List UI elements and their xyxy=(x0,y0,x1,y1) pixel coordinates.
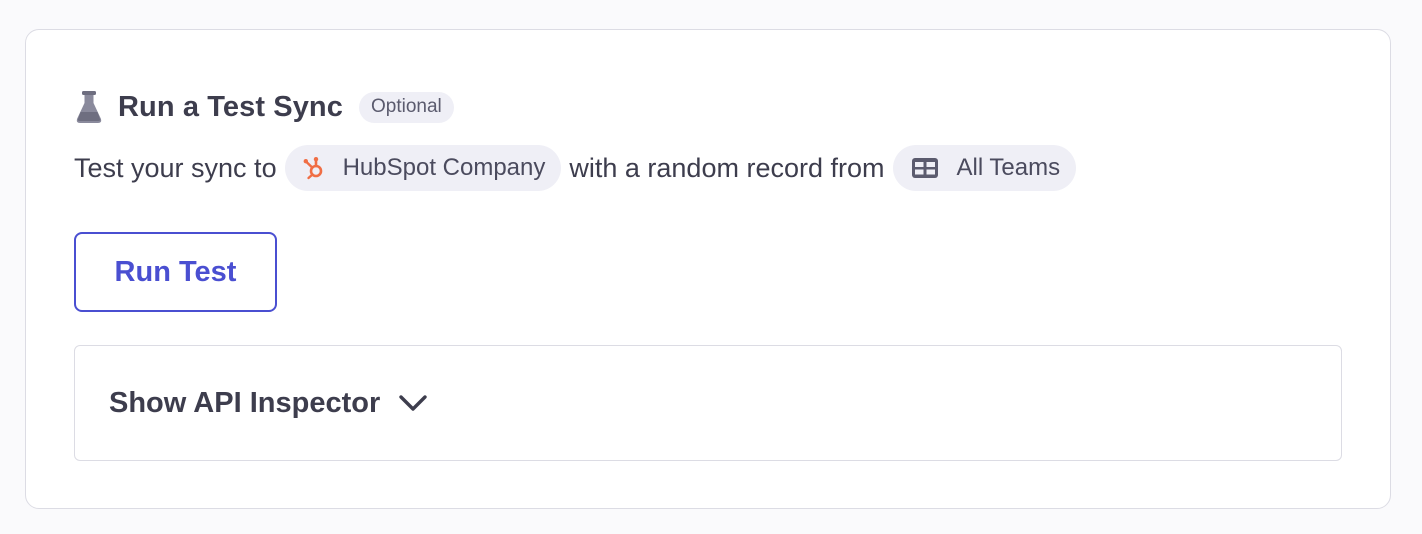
description-prefix: Test your sync to xyxy=(74,152,277,183)
source-label: All Teams xyxy=(956,154,1061,181)
table-icon xyxy=(911,157,939,179)
chevron-down-icon xyxy=(398,393,428,413)
run-test-button[interactable]: Run Test xyxy=(74,232,277,312)
source-chip: All Teams xyxy=(892,145,1077,191)
optional-badge: Optional xyxy=(358,91,454,123)
api-inspector-label: Show API Inspector xyxy=(109,386,381,419)
destination-label: HubSpot Company xyxy=(342,154,546,181)
hubspot-icon xyxy=(303,156,325,180)
test-sync-description: Test your sync to HubSpot Company with a… xyxy=(74,144,1084,192)
api-inspector-toggle[interactable]: Show API Inspector xyxy=(74,345,1342,461)
test-sync-card: Run a Test Sync Optional Test your sync … xyxy=(25,29,1391,509)
flask-icon xyxy=(74,90,104,124)
section-header: Run a Test Sync Optional xyxy=(74,87,454,127)
destination-chip: HubSpot Company xyxy=(284,145,562,191)
description-middle: with a random record from xyxy=(569,152,885,183)
section-title: Run a Test Sync xyxy=(118,90,343,123)
